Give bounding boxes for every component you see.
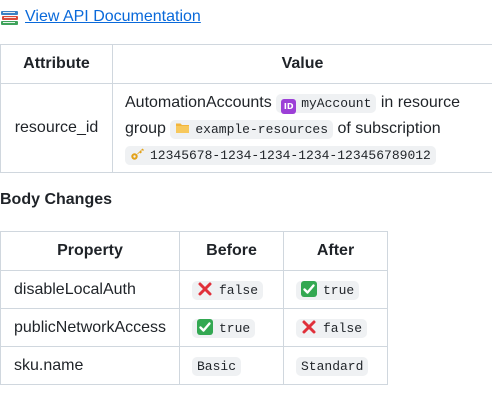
folder-icon xyxy=(175,119,190,134)
before-column-header: Before xyxy=(179,231,284,271)
attribute-table: Attribute Value resource_id AutomationAc… xyxy=(0,44,492,173)
resource-group-code: example-resources xyxy=(170,120,333,139)
before-text: true xyxy=(219,320,251,336)
body-changes-table: Property Before After disableLocalAuth f… xyxy=(0,231,388,385)
before-value: false xyxy=(179,270,284,309)
property-name: disableLocalAuth xyxy=(0,270,180,309)
id-badge-icon: ID xyxy=(281,99,297,114)
table-row: publicNetworkAccess true false xyxy=(0,308,388,347)
table-row: resource_id AutomationAccounts ID myAccou… xyxy=(0,83,492,173)
property-name: publicNetworkAccess xyxy=(0,308,180,347)
after-value: false xyxy=(283,308,388,347)
resource-id-value: AutomationAccounts ID myAccount in resour… xyxy=(112,83,492,173)
after-code: false xyxy=(296,318,368,338)
check-mark-icon xyxy=(197,318,213,335)
section-title: Body Changes xyxy=(0,191,113,208)
subscription-text: of subscription xyxy=(337,120,441,137)
before-value: true xyxy=(179,308,284,347)
property-name: sku.name xyxy=(0,346,180,385)
cross-mark-icon xyxy=(301,319,317,335)
after-text: false xyxy=(323,320,363,336)
resource-type-text: AutomationAccounts xyxy=(125,94,272,111)
key-icon xyxy=(130,145,145,160)
after-code: true xyxy=(296,280,360,300)
before-text: false xyxy=(219,282,259,298)
books-icon xyxy=(0,8,19,26)
value-column-header: Value xyxy=(112,44,492,84)
after-text: true xyxy=(323,282,355,298)
before-code: Basic xyxy=(192,356,242,376)
before-code: false xyxy=(192,280,264,300)
table-row: disableLocalAuth false true xyxy=(0,270,388,309)
after-column-header: After xyxy=(283,231,388,271)
after-value: true xyxy=(283,270,388,309)
subscription-id-code: 12345678-1234-1234-1234-123456789012 xyxy=(125,146,436,165)
after-code: Standard xyxy=(296,356,369,376)
table-row: sku.name Basic Standard xyxy=(0,346,388,385)
attribute-column-header: Attribute xyxy=(0,44,113,84)
before-value: Basic xyxy=(179,346,284,385)
subscription-id: 12345678-1234-1234-1234-123456789012 xyxy=(150,148,431,163)
resource-group-name: example-resources xyxy=(195,122,328,137)
resource-id-key: resource_id xyxy=(0,83,113,173)
view-api-documentation-link[interactable]: View API Documentation xyxy=(25,8,201,26)
account-name-code: ID myAccount xyxy=(276,94,377,114)
before-code: true xyxy=(192,318,256,338)
api-doc-link-row: View API Documentation xyxy=(0,6,201,28)
check-mark-icon xyxy=(301,280,317,297)
account-name: myAccount xyxy=(301,96,372,111)
cross-mark-icon xyxy=(197,281,213,297)
after-value: Standard xyxy=(283,346,388,385)
property-column-header: Property xyxy=(0,231,180,271)
body-table-header-row: Property Before After xyxy=(0,231,388,271)
attribute-table-header-row: Attribute Value xyxy=(0,44,492,84)
